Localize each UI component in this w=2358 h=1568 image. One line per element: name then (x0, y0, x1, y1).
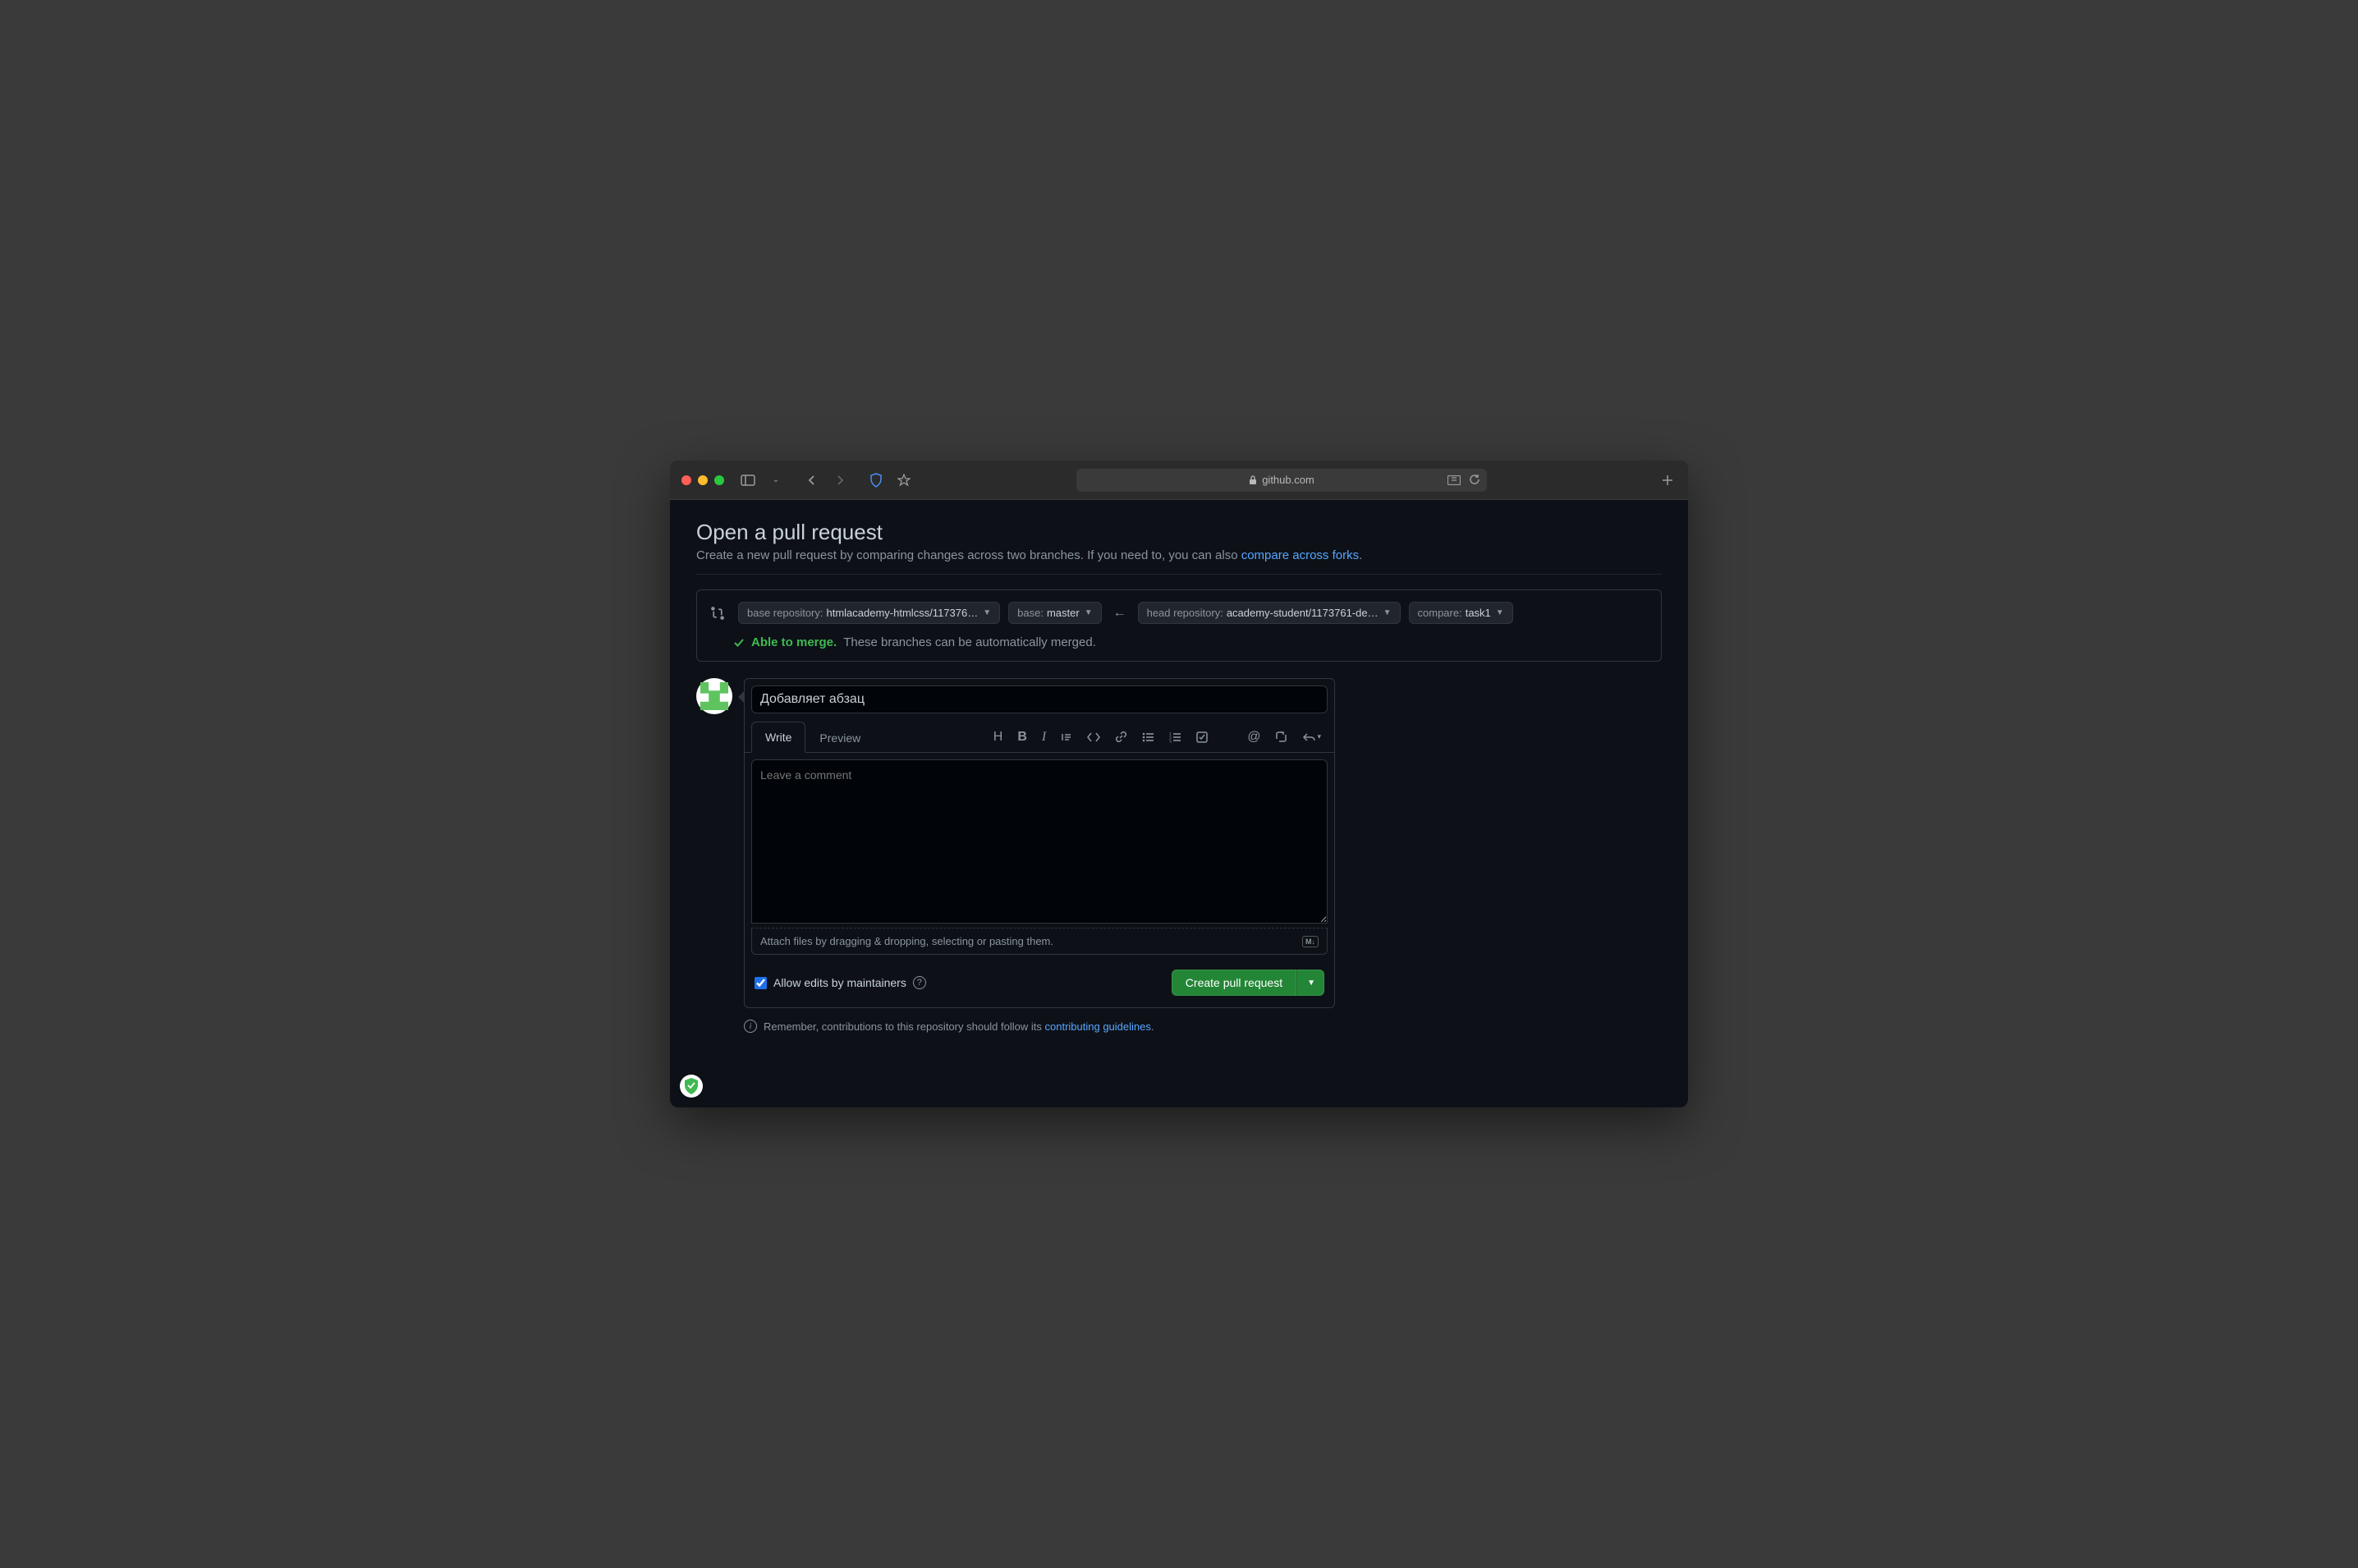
caret-down-icon: ▼ (1496, 608, 1504, 617)
attach-bar[interactable]: Attach files by dragging & dropping, sel… (751, 928, 1328, 955)
bullet-list-icon[interactable] (1142, 730, 1154, 745)
tab-preview[interactable]: Preview (805, 722, 874, 753)
avatar-image (700, 682, 728, 710)
compare-forks-link[interactable]: compare across forks (1241, 548, 1359, 562)
compose-box: Write Preview H B I 123 @ (744, 678, 1335, 1008)
reload-icon[interactable] (1469, 474, 1480, 485)
markdown-badge-icon[interactable]: M↓ (1302, 936, 1319, 947)
sidebar-toggle-icon[interactable] (739, 471, 757, 489)
italic-icon[interactable]: I (1042, 730, 1046, 745)
link-icon[interactable] (1115, 730, 1127, 745)
allow-edits-label: Allow edits by maintainers (773, 976, 906, 989)
git-compare-icon (710, 606, 725, 621)
quote-icon[interactable] (1061, 730, 1072, 745)
selector-value: task1 (1466, 607, 1491, 619)
browser-window: ⌄ github.com (670, 461, 1688, 1107)
shield-check-icon (684, 1078, 699, 1094)
caret-down-icon: ▼ (1085, 608, 1093, 617)
create-pr-button[interactable]: Create pull request (1172, 970, 1296, 996)
nav-forward-button[interactable] (831, 471, 849, 489)
caret-down-icon: ▼ (983, 608, 991, 617)
window-close-button[interactable] (681, 475, 691, 485)
branch-row: base repository: htmlacademy-htmlcss/117… (710, 602, 1648, 624)
base-repo-selector[interactable]: base repository: htmlacademy-htmlcss/117… (738, 602, 1000, 624)
toolbar-spacer (1223, 730, 1232, 745)
allow-edits-checkbox[interactable] (755, 977, 767, 989)
page-content: Open a pull request Create a new pull re… (670, 500, 1688, 1107)
contributing-guidelines-link[interactable]: contributing guidelines (1045, 1020, 1151, 1033)
page-title: Open a pull request (696, 520, 1662, 545)
selector-value: academy-student/1173761-de… (1227, 607, 1379, 619)
compose-row: Write Preview H B I 123 @ (696, 678, 1662, 1008)
arrow-left-icon: ← (1110, 606, 1130, 621)
merge-status-message: These branches can be automatically merg… (843, 635, 1096, 649)
merge-status-label: Able to merge. (751, 635, 837, 649)
divider (696, 574, 1662, 575)
help-icon[interactable]: ? (913, 976, 926, 989)
head-repo-selector[interactable]: head repository: academy-student/1173761… (1138, 602, 1401, 624)
selector-value: htmlacademy-htmlcss/117376… (827, 607, 979, 619)
pr-title-input[interactable] (751, 685, 1328, 713)
compare-branch-selector[interactable]: compare: task1 ▼ (1409, 602, 1513, 624)
selector-label: base: (1017, 607, 1044, 619)
heading-icon[interactable]: H (993, 730, 1003, 745)
selector-value: master (1047, 607, 1080, 619)
contributing-reminder: i Remember, contributions to this reposi… (744, 1020, 1662, 1033)
window-zoom-button[interactable] (714, 475, 724, 485)
info-icon: i (744, 1020, 757, 1033)
tab-write[interactable]: Write (751, 722, 805, 753)
reader-icon[interactable] (1447, 474, 1461, 487)
cross-reference-icon[interactable] (1275, 730, 1287, 745)
compose-footer: Allow edits by maintainers ? Create pull… (745, 961, 1334, 1007)
md-toolbar: H B I 123 @ ▾ (993, 730, 1328, 745)
page-subtitle: Create a new pull request by comparing c… (696, 548, 1662, 562)
branch-selector-box: base repository: htmlacademy-htmlcss/117… (696, 589, 1662, 662)
comment-textarea[interactable] (751, 759, 1328, 924)
selector-label: head repository: (1147, 607, 1223, 619)
chevron-down-icon[interactable]: ⌄ (767, 471, 785, 489)
numbered-list-icon[interactable]: 123 (1169, 730, 1181, 745)
check-icon (733, 637, 745, 649)
allow-edits-row[interactable]: Allow edits by maintainers ? (755, 976, 926, 989)
url-text: github.com (1262, 474, 1314, 486)
subtitle-tail: . (1359, 548, 1362, 562)
subtitle-text: Create a new pull request by comparing c… (696, 548, 1241, 562)
window-minimize-button[interactable] (698, 475, 708, 485)
reminder-tail: . (1151, 1020, 1154, 1033)
base-branch-selector[interactable]: base: master ▼ (1008, 602, 1101, 624)
star-icon[interactable] (895, 471, 913, 489)
tabbar: Write Preview H B I 123 @ (745, 722, 1334, 753)
new-tab-icon[interactable] (1658, 471, 1677, 489)
selector-label: compare: (1418, 607, 1462, 619)
avatar[interactable] (696, 678, 732, 714)
attach-hint: Attach files by dragging & dropping, sel… (760, 935, 1053, 947)
bold-icon[interactable]: B (1017, 730, 1027, 745)
nav-back-button[interactable] (803, 471, 821, 489)
reply-icon[interactable]: ▾ (1302, 730, 1321, 745)
svg-text:3: 3 (1169, 740, 1172, 743)
security-badge[interactable] (680, 1075, 703, 1098)
reminder-text: Remember, contributions to this reposito… (764, 1020, 1045, 1033)
lock-icon (1249, 475, 1257, 485)
tasklist-icon[interactable] (1196, 730, 1208, 745)
selector-label: base repository: (747, 607, 823, 619)
caret-down-icon: ▼ (1383, 608, 1392, 617)
address-bar[interactable]: github.com (1076, 469, 1487, 492)
titlebar: ⌄ github.com (670, 461, 1688, 500)
caret-down-icon: ▼ (1307, 979, 1315, 988)
traffic-lights (681, 475, 724, 485)
create-pr-button-group: Create pull request ▼ (1172, 970, 1324, 996)
mention-icon[interactable]: @ (1247, 730, 1260, 745)
shield-icon[interactable] (867, 471, 885, 489)
create-pr-dropdown[interactable]: ▼ (1296, 970, 1324, 996)
merge-status: Able to merge. These branches can be aut… (733, 635, 1648, 649)
code-icon[interactable] (1087, 730, 1100, 745)
